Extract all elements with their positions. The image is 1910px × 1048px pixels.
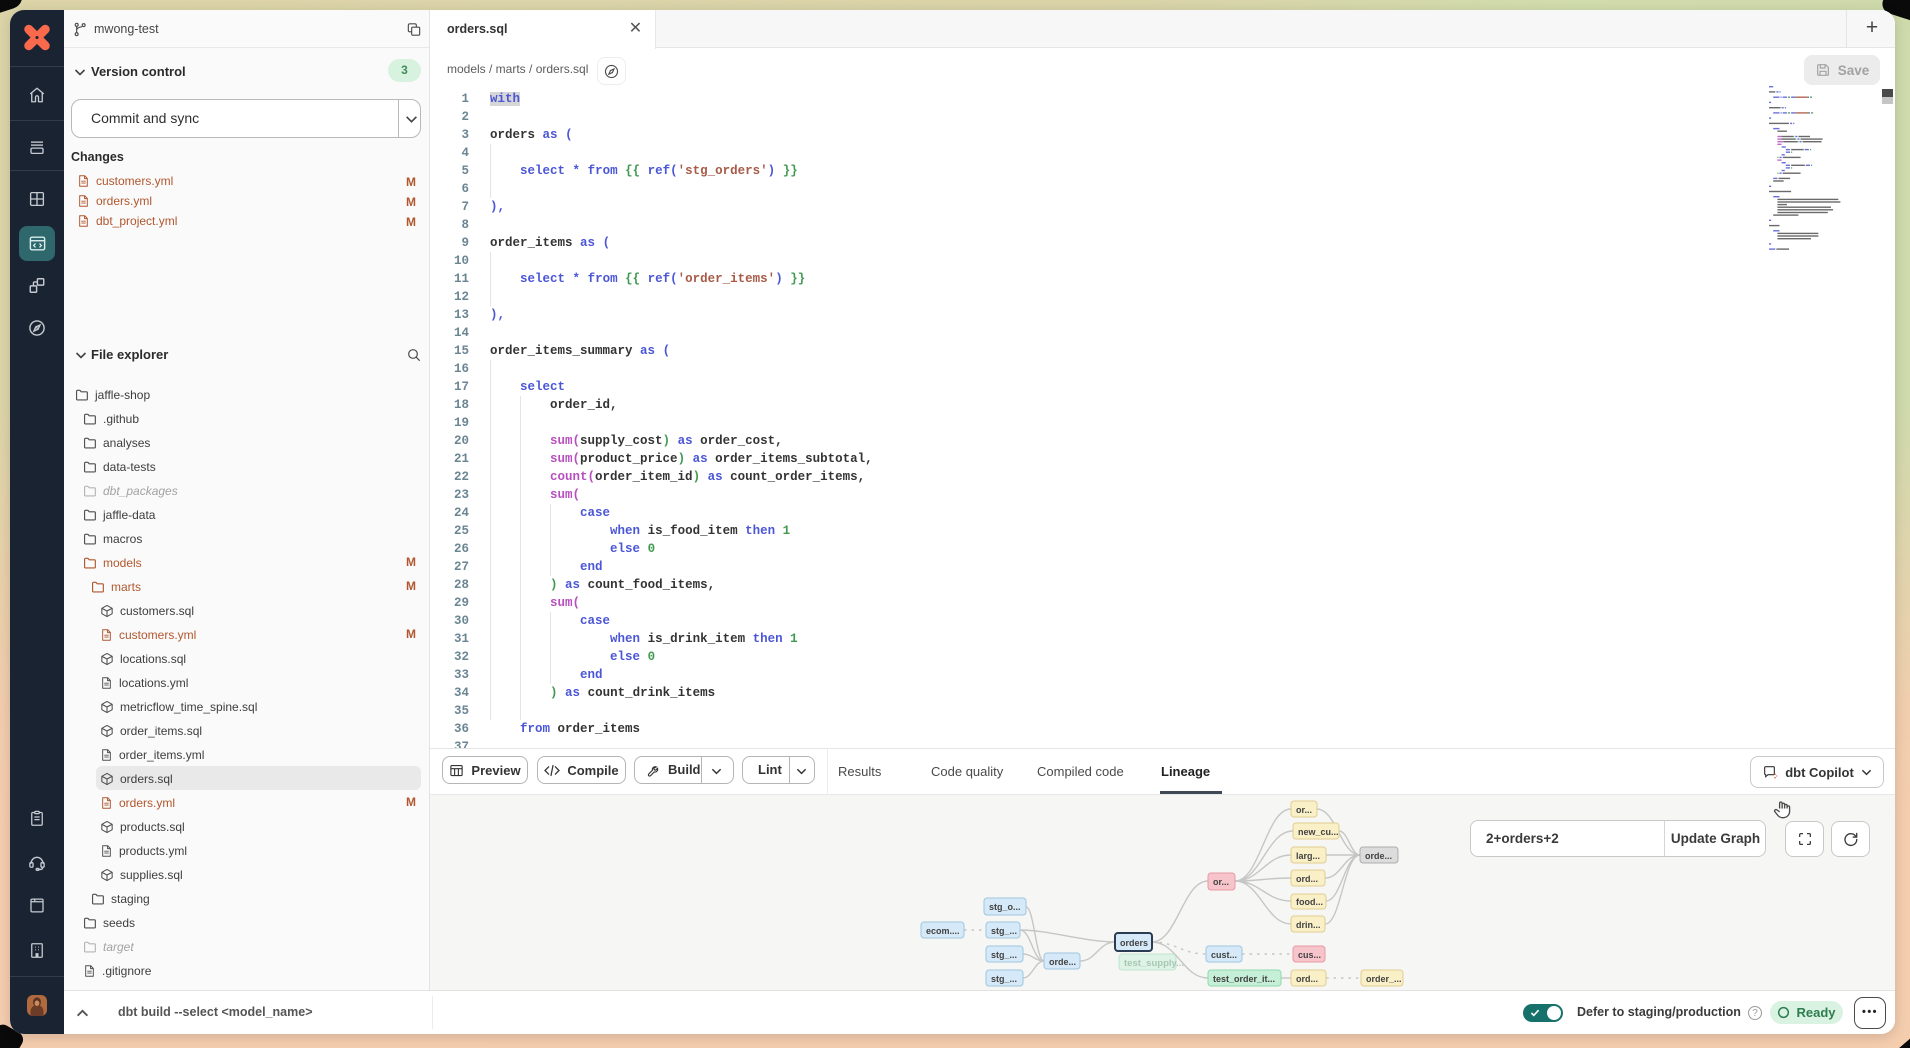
svg-text:new_cu...: new_cu... — [1298, 827, 1339, 837]
svg-text:or...: or... — [1213, 877, 1229, 887]
svg-text:order_...: order_... — [1366, 974, 1402, 984]
svg-text:orde...: orde... — [1365, 851, 1392, 861]
svg-text:larg...: larg... — [1296, 851, 1320, 861]
svg-text:orde...: orde... — [1049, 957, 1076, 967]
svg-text:test_supply...: test_supply... — [1124, 958, 1184, 969]
svg-text:orders: orders — [1120, 938, 1148, 948]
svg-text:stg_...: stg_... — [991, 974, 1017, 984]
svg-text:drin...: drin... — [1296, 920, 1321, 930]
svg-text:cus...: cus... — [1298, 950, 1321, 960]
svg-text:stg_...: stg_... — [991, 950, 1017, 960]
svg-text:ecom....: ecom.... — [926, 926, 960, 936]
svg-text:stg_...: stg_... — [991, 926, 1017, 936]
svg-text:stg_o...: stg_o... — [989, 902, 1021, 912]
svg-text:ord...: ord... — [1296, 974, 1318, 984]
svg-text:or...: or... — [1296, 805, 1312, 815]
svg-text:test_order_it...: test_order_it... — [1213, 974, 1275, 984]
svg-text:ord...: ord... — [1296, 874, 1318, 884]
svg-text:food...: food... — [1296, 897, 1323, 907]
svg-text:cust...: cust... — [1211, 950, 1237, 960]
